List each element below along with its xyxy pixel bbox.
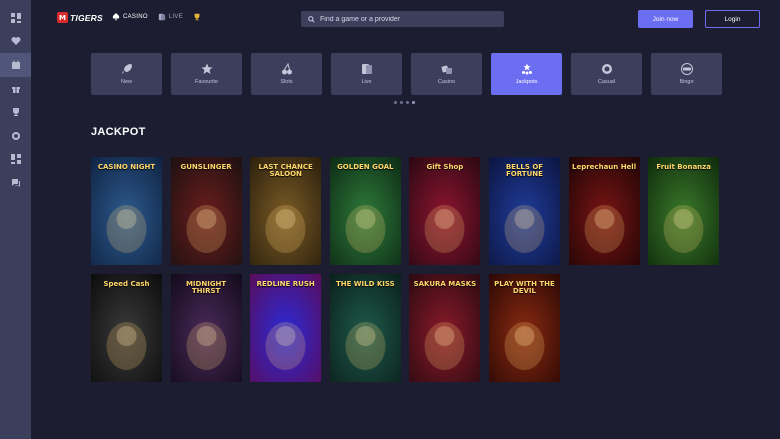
tab-casino[interactable]: Casino	[411, 53, 482, 95]
game-title: PLAY WITH THE DEVIL	[494, 280, 555, 296]
game-tile[interactable]: LAST CHANCE SALOON	[250, 157, 322, 265]
game-tile[interactable]: SAKURA MASKS	[409, 274, 481, 382]
tab-new-label: New	[120, 79, 132, 85]
heart-icon[interactable]	[0, 30, 31, 54]
ring-icon	[601, 64, 612, 74]
game-title: CASINO NIGHT	[97, 163, 156, 171]
tab-casual-label: Casual	[597, 79, 616, 85]
game-title: Speed Cash	[103, 280, 150, 288]
category-tabs: New Favourite Slots Live Casino Jackpots…	[91, 53, 722, 95]
game-thumbnail	[568, 157, 640, 265]
jackpot-icon	[521, 63, 532, 75]
top-nav: CASINO LIVE	[112, 13, 201, 21]
game-thumbnail	[648, 157, 720, 265]
game-title: Gift Shop	[426, 163, 464, 171]
game-title: GUNSLINGER	[180, 163, 232, 171]
carousel-dot[interactable]	[412, 101, 415, 104]
game-title: Leprechaun Hell	[572, 163, 637, 171]
carousel-dot[interactable]	[406, 101, 409, 104]
game-tile[interactable]: GUNSLINGER	[170, 157, 242, 265]
game-tile[interactable]: BELLS OF FORTUNE	[488, 157, 560, 265]
trophy-icon	[194, 13, 200, 21]
game-title: SAKURA MASKS	[413, 280, 477, 288]
game-tile[interactable]: REDLINE RUSH	[250, 274, 322, 382]
top-bar: M TIGERS CASINO LIVE Join now Login	[31, 0, 780, 38]
carousel-dot[interactable]	[394, 101, 397, 104]
game-tile[interactable]: THE WILD KISS	[329, 274, 401, 382]
tab-live[interactable]: Live	[331, 53, 402, 95]
cards-icon	[361, 64, 372, 74]
game-thumbnail	[329, 274, 401, 382]
game-tile[interactable]: CASINO NIGHT	[91, 157, 162, 265]
dashboard-icon[interactable]	[0, 148, 31, 172]
nav-live[interactable]: LIVE	[158, 13, 183, 21]
game-tile[interactable]: Speed Cash	[91, 274, 162, 382]
game-thumbnail	[250, 274, 322, 382]
tab-slots-label: Slots	[280, 79, 293, 85]
tab-jackpots-label: Jackpots	[515, 79, 538, 85]
game-thumbnail	[409, 157, 481, 265]
dice-icon	[441, 65, 452, 74]
chat-icon[interactable]	[0, 171, 31, 195]
carousel-dots	[394, 101, 415, 104]
game-title: BELLS OF FORTUNE	[505, 163, 544, 179]
game-title: GOLDEN GOAL	[337, 163, 394, 171]
tab-favourite[interactable]: Favourite	[171, 53, 242, 95]
nav-trophy[interactable]	[193, 13, 201, 21]
nav-casino[interactable]: CASINO	[112, 13, 148, 21]
game-tile[interactable]: Gift Shop	[409, 157, 481, 265]
game-tile[interactable]: PLAY WITH THE DEVIL	[488, 274, 560, 382]
join-button[interactable]: Join now	[638, 10, 693, 28]
gift-icon[interactable]	[0, 77, 31, 101]
cards-icon	[158, 13, 166, 21]
game-tile[interactable]: GOLDEN GOAL	[329, 157, 401, 265]
spade-icon	[112, 13, 120, 21]
nav-live-label: LIVE	[168, 14, 184, 20]
section-title: JACKPOT	[91, 126, 146, 138]
grid-icon[interactable]	[0, 6, 31, 30]
cherry-icon	[281, 63, 292, 75]
rocket-icon	[121, 64, 132, 74]
sidebar	[0, 0, 31, 439]
game-thumbnail	[329, 157, 401, 265]
tab-new[interactable]: New	[91, 53, 162, 95]
carousel-dot[interactable]	[400, 101, 403, 104]
star-icon	[201, 63, 212, 74]
game-tile[interactable]: Leprechaun Hell	[568, 157, 640, 265]
game-thumbnail	[91, 157, 162, 265]
tab-casual[interactable]: Casual	[571, 53, 642, 95]
game-title: LAST CHANCE SALOON	[258, 163, 313, 179]
game-title: REDLINE RUSH	[256, 280, 315, 288]
game-title: Fruit Bonanza	[656, 163, 711, 171]
logo-text: TIGERS	[70, 12, 103, 23]
game-title: THE WILD KISS	[335, 280, 395, 288]
calendar-icon[interactable]	[0, 53, 31, 77]
nav-casino-label: CASINO	[123, 14, 148, 20]
tab-live-label: Live	[361, 79, 372, 85]
tab-jackpots[interactable]: Jackpots	[491, 53, 562, 95]
search-icon	[308, 15, 315, 23]
tab-casino-label: Casino	[437, 79, 456, 85]
bingo-icon	[680, 63, 693, 75]
search-input[interactable]	[320, 15, 500, 23]
trophy-icon[interactable]	[0, 100, 31, 124]
lifebuoy-icon[interactable]	[0, 124, 31, 148]
game-grid: CASINO NIGHT GUNSLINGER LAST CHANCE SALOON…	[91, 157, 720, 382]
search-bar[interactable]	[301, 11, 504, 27]
login-button[interactable]: Login	[705, 10, 760, 28]
tab-bingo[interactable]: Bingo	[651, 53, 722, 95]
game-tile[interactable]: MIDNIGHT THIRST	[170, 274, 242, 382]
brand-logo[interactable]: M TIGERS	[57, 12, 103, 23]
game-title: MIDNIGHT THIRST	[185, 280, 227, 296]
tab-bingo-label: Bingo	[679, 79, 694, 85]
tab-favourite-label: Favourite	[195, 79, 218, 85]
game-thumbnail	[409, 274, 481, 382]
game-tile[interactable]: Fruit Bonanza	[648, 157, 720, 265]
game-thumbnail	[91, 274, 162, 382]
game-thumbnail	[170, 157, 242, 265]
logo-mark: M	[57, 12, 68, 23]
tab-slots[interactable]: Slots	[251, 53, 322, 95]
